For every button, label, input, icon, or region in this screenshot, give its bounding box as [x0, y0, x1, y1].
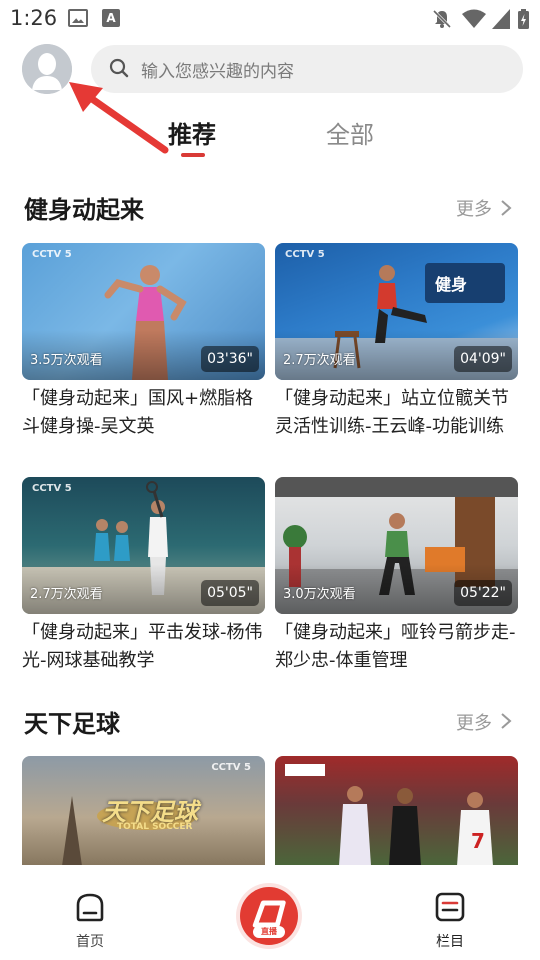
video-title[interactable]: 「健身动起来」站立位髋关节灵活性训练-王云峰-功能训练 — [275, 385, 518, 441]
video-thumbnail[interactable]: 3.0万次观看 05'22" — [275, 477, 518, 614]
wifi-icon — [462, 9, 486, 28]
search-bar[interactable]: 输入您感兴趣的内容 — [91, 45, 523, 93]
home-icon — [76, 893, 104, 922]
channel-logo: CCTV 5 — [285, 249, 325, 260]
channel-logo: CCTV 5 — [32, 483, 72, 494]
section-title-fitness: 健身动起来 — [24, 196, 144, 224]
video-duration: 05'05" — [201, 580, 259, 606]
video-duration: 05'22" — [454, 580, 512, 606]
video-card[interactable]: 3.0万次观看 05'22" 「健身动起来」哑铃弓箭步走-郑少忠-体重管理 — [275, 477, 518, 675]
mute-bell-icon — [432, 9, 452, 29]
section-title-football: 天下足球 — [24, 710, 120, 738]
battery-charging-icon — [518, 9, 529, 29]
nav-home-label: 首页 — [76, 934, 104, 950]
video-thumbnail[interactable]: CCTV 5 3.5万次观看 03'36" — [22, 243, 265, 380]
view-count: 2.7万次观看 — [283, 353, 356, 368]
search-placeholder: 输入您感兴趣的内容 — [141, 62, 294, 82]
video-card[interactable]: CCTV 5 2.7万次观看 05'05" 「健身动起来」平击发球-杨伟光-网球… — [22, 477, 265, 675]
section-more-football[interactable]: 更多 — [456, 709, 492, 735]
cell-signal-icon — [492, 9, 510, 29]
chevron-right-icon[interactable] — [500, 199, 512, 217]
view-count: 3.5万次观看 — [30, 353, 103, 368]
channel-logo: CCTV 5 — [211, 762, 251, 773]
channel-logo: CCTV 5 — [32, 249, 72, 260]
section-more-fitness[interactable]: 更多 — [456, 195, 492, 221]
video-title[interactable]: 「健身动起来」平击发球-杨伟光-网球基础教学 — [22, 619, 265, 675]
status-time: 1:26 — [10, 6, 58, 30]
nav-home[interactable]: 首页 — [50, 865, 130, 960]
status-bar: 1:26 A — [0, 0, 540, 38]
tab-recommend[interactable]: 推荐 — [168, 115, 216, 150]
video-title[interactable]: 「健身动起来」哑铃弓箭步走-郑少忠-体重管理 — [275, 619, 518, 675]
video-title[interactable]: 「健身动起来」国风+燃脂格斗健身操-吴文英 — [22, 385, 265, 441]
columns-icon — [435, 892, 465, 922]
active-tab-indicator — [181, 153, 205, 157]
chevron-right-icon[interactable] — [500, 712, 512, 730]
video-thumbnail[interactable]: CCTV 5 2.7万次观看 05'05" — [22, 477, 265, 614]
video-thumbnail[interactable]: 健身 CCTV 5 2.7万次观看 04'09" — [275, 243, 518, 380]
view-count: 3.0万次观看 — [283, 587, 356, 602]
image-notification-icon — [68, 9, 88, 27]
video-duration: 04'09" — [454, 346, 512, 372]
a-notification-icon: A — [102, 9, 120, 27]
view-count: 2.7万次观看 — [30, 587, 103, 602]
live-tag: 直播 — [253, 926, 285, 938]
nav-columns[interactable]: 栏目 — [410, 865, 490, 960]
user-avatar[interactable] — [22, 44, 72, 94]
tab-all[interactable]: 全部 — [326, 115, 374, 150]
nav-columns-label: 栏目 — [436, 934, 464, 950]
video-card[interactable]: 健身 CCTV 5 2.7万次观看 04'09" 「健身动起来」站立位髋关节灵活… — [275, 243, 518, 441]
svg-text:7: 7 — [471, 829, 485, 853]
app-screen: 1:26 A 输入您感兴趣的内容 推荐 全部 健身动起来 更多 CCTV 5 3… — [0, 0, 540, 960]
nav-live-button[interactable]: 直播 — [240, 887, 298, 945]
show-logo-subtext: TOTAL SOCCER — [117, 822, 193, 832]
svg-text:健身: 健身 — [435, 275, 467, 294]
avatar-silhouette-icon — [22, 44, 72, 94]
search-icon — [109, 58, 129, 78]
video-duration: 03'36" — [201, 346, 259, 372]
video-card[interactable]: CCTV 5 3.5万次观看 03'36" 「健身动起来」国风+燃脂格斗健身操-… — [22, 243, 265, 441]
